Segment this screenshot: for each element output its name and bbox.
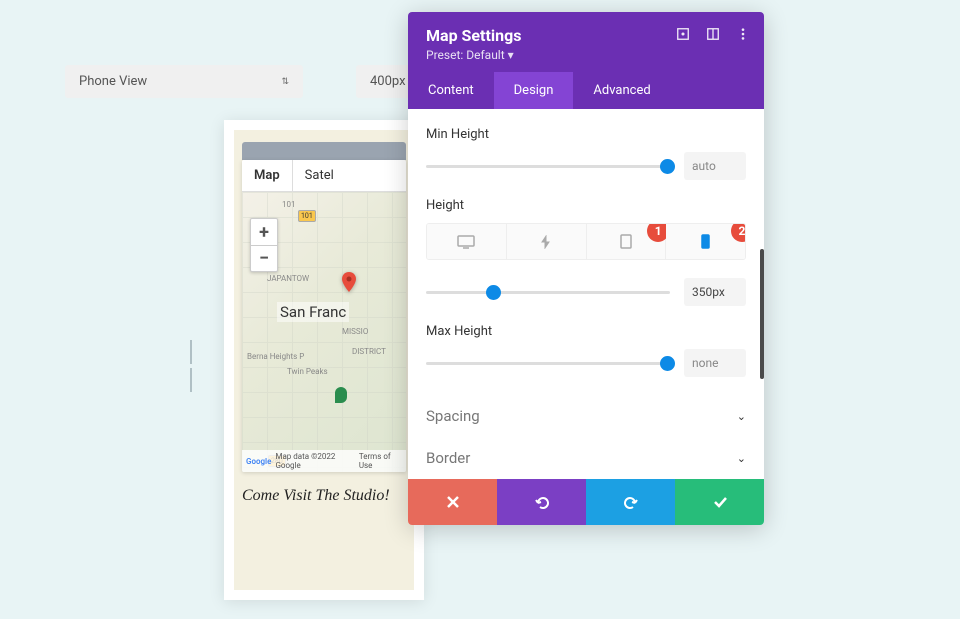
map-pin-icon [337, 270, 361, 294]
panel-body: Min Height Height 1 2 Ma [408, 109, 764, 479]
ruler-marks [190, 340, 192, 392]
map-canvas[interactable]: + − 101 101 JAPANTOW San Franc MISSIO DI… [242, 192, 406, 472]
map-tab-satellite[interactable]: Satel [292, 160, 346, 191]
panel-header: Map Settings Preset: Default ▾ [408, 12, 764, 72]
max-height-slider[interactable] [426, 362, 670, 365]
device-desktop-button[interactable] [427, 224, 507, 259]
spacing-accordion[interactable]: Spacing ⌄ [426, 395, 746, 437]
device-tablet-button[interactable]: 1 [587, 224, 667, 259]
phone-notch [242, 142, 406, 160]
device-hover-button[interactable] [507, 224, 587, 259]
device-view-dropdown[interactable]: Phone View ⇅ [65, 65, 303, 98]
tab-advanced[interactable]: Advanced [573, 72, 670, 109]
height-label: Height [426, 198, 746, 213]
city-label: San Franc [277, 302, 349, 322]
google-logo: Google [246, 457, 271, 466]
min-height-input[interactable] [684, 152, 746, 180]
max-height-label: Max Height [426, 324, 746, 339]
map-label: 101 [282, 200, 296, 209]
map-data-text: Map data ©2022 Google [275, 452, 354, 470]
chevron-updown-icon: ⇅ [281, 77, 289, 87]
settings-panel: Map Settings Preset: Default ▾ Content D… [408, 12, 764, 525]
undo-button[interactable] [497, 479, 586, 525]
height-input[interactable] [684, 278, 746, 306]
map-attribution: Google Map data ©2022 Google Terms of Us… [242, 450, 406, 472]
chevron-down-icon: ⌄ [737, 410, 746, 423]
panel-footer [408, 479, 764, 525]
device-selector: 1 2 [426, 223, 746, 260]
map-label: DISTRICT [352, 347, 386, 356]
section-headline: Come Visit The Studio! [242, 487, 406, 505]
height-slider[interactable] [426, 291, 670, 294]
terms-link[interactable]: Terms of Use [359, 452, 402, 470]
border-label: Border [426, 449, 470, 467]
map-label: Twin Peaks [287, 367, 328, 376]
tab-design[interactable]: Design [494, 72, 574, 109]
spacing-label: Spacing [426, 407, 480, 425]
park-icon [335, 387, 347, 403]
expand-icon[interactable] [676, 27, 690, 41]
phone-preview: Map Satel + − 101 101 JAPANTOW San Franc… [224, 120, 424, 600]
scrollbar[interactable] [760, 249, 764, 379]
callout-marker-2: 2 [731, 223, 746, 242]
zoom-out-button[interactable]: − [251, 245, 277, 271]
zoom-in-button[interactable]: + [251, 219, 277, 245]
max-height-input[interactable] [684, 349, 746, 377]
chevron-down-icon: ⌄ [737, 452, 746, 465]
map-tab-map[interactable]: Map [242, 160, 292, 191]
zoom-control: + − [250, 218, 278, 272]
map-label: Berna Heights P [247, 352, 304, 361]
map-card: Map Satel + − 101 101 JAPANTOW San Franc… [242, 160, 406, 472]
device-phone-button[interactable]: 2 [666, 224, 745, 259]
min-height-slider[interactable] [426, 165, 670, 168]
device-view-label: Phone View [79, 74, 147, 89]
width-label: 400px [370, 74, 406, 89]
border-accordion[interactable]: Border ⌄ [426, 437, 746, 479]
tab-content[interactable]: Content [408, 72, 494, 109]
highway-shield: 101 [298, 210, 316, 222]
snap-icon[interactable] [706, 27, 720, 41]
redo-button[interactable] [586, 479, 675, 525]
map-label: JAPANTOW [267, 274, 309, 283]
cancel-button[interactable] [408, 479, 497, 525]
min-height-label: Min Height [426, 127, 746, 142]
more-icon[interactable] [736, 27, 750, 41]
panel-tabs: Content Design Advanced [408, 72, 764, 109]
map-label: MISSIO [342, 327, 368, 336]
save-button[interactable] [675, 479, 764, 525]
preset-selector[interactable]: Preset: Default ▾ [426, 48, 746, 62]
